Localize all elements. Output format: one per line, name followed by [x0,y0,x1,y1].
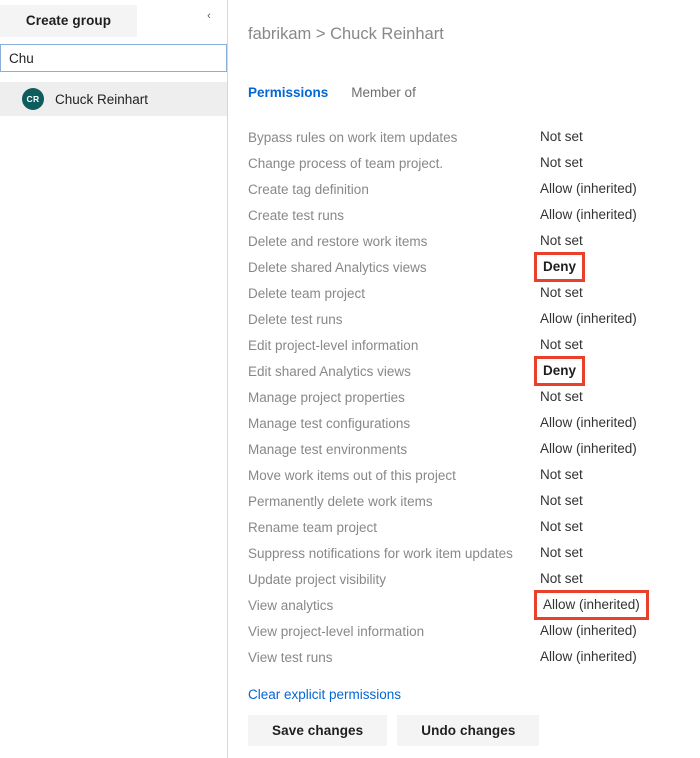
undo-changes-button[interactable]: Undo changes [397,715,540,746]
tab-member-of[interactable]: Member of [351,85,416,100]
permission-row[interactable]: Manage test environments Allow (inherited… [248,436,688,462]
permission-value[interactable]: Not set [534,333,589,357]
permission-label: Rename team project [248,519,378,535]
permission-row[interactable]: Permanently delete work items Not set [248,488,688,514]
permission-label: Update project visibility [248,571,387,587]
permission-value[interactable]: Allow (inherited) [534,437,643,461]
permission-value[interactable]: Not set [534,151,589,175]
permission-value[interactable]: Allow (inherited) [534,177,643,201]
permissions-detail-pane: fabrikam > Chuck Reinhart Permissions Me… [229,0,700,758]
permission-value[interactable]: Not set [534,281,589,305]
permission-label: Manage project properties [248,389,405,405]
create-group-button[interactable]: Create group [0,5,137,37]
permission-label: Change process of team project. [248,155,444,171]
search-input[interactable] [0,44,227,72]
permission-value-highlighted[interactable]: Deny [534,356,586,386]
permission-row[interactable]: Create tag definition Allow (inherited) [248,176,688,202]
permission-value[interactable]: Allow (inherited) [534,645,643,669]
avatar: CR [22,88,44,110]
permission-row[interactable]: Edit shared Analytics views Deny [248,356,688,386]
permissions-list: Bypass rules on work item updates Not set… [248,124,688,670]
permission-label: View project-level information [248,623,425,639]
permission-label: Delete team project [248,285,366,301]
permission-value[interactable]: Allow (inherited) [534,411,643,435]
permission-label: Edit project-level information [248,337,419,353]
permission-value[interactable]: Allow (inherited) [534,203,643,227]
tab-permissions[interactable]: Permissions [248,85,328,100]
permission-label: Delete test runs [248,311,343,327]
permission-value[interactable]: Allow (inherited) [534,619,643,643]
permission-row[interactable]: View analytics Allow (inherited) [248,590,688,620]
permission-row[interactable]: Edit project-level information Not set [248,332,688,358]
permission-label: Manage test environments [248,441,408,457]
permission-value-highlighted[interactable]: Deny [534,252,586,282]
permission-label: Edit shared Analytics views [248,363,411,379]
save-changes-button[interactable]: Save changes [248,715,388,746]
permission-label: Delete and restore work items [248,233,428,249]
permission-row[interactable]: Delete shared Analytics views Deny [248,252,688,282]
permission-value[interactable]: Not set [534,515,589,539]
identity-sidebar: Create group ‹ CR Chuck Reinhart [0,0,228,758]
permission-row[interactable]: View project-level information Allow (inh… [248,618,688,644]
breadcrumb: fabrikam > Chuck Reinhart [248,25,444,43]
permission-row[interactable]: Rename team project Not set [248,514,688,540]
permission-label: Delete shared Analytics views [248,259,427,275]
permission-label: Suppress notifications for work item upd… [248,545,513,561]
permission-value[interactable]: Not set [534,229,589,253]
permission-row[interactable]: Update project visibility Not set [248,566,688,592]
chevron-left-icon[interactable]: ‹ [201,8,217,24]
permission-row[interactable]: Manage project properties Not set [248,384,688,410]
permission-value[interactable]: Not set [534,541,589,565]
clear-explicit-permissions-link[interactable]: Clear explicit permissions [248,687,401,702]
permission-label: Manage test configurations [248,415,411,431]
permission-row[interactable]: Suppress notifications for work item upd… [248,540,688,566]
permission-row[interactable]: Delete test runs Allow (inherited) [248,306,688,332]
permission-value[interactable]: Not set [534,489,589,513]
permission-value[interactable]: Not set [534,385,589,409]
permission-label: Bypass rules on work item updates [248,129,458,145]
tab-bar: Permissions Member of [248,85,416,100]
permission-row[interactable]: Delete team project Not set [248,280,688,306]
permission-value-highlighted[interactable]: Allow (inherited) [534,590,649,620]
list-item-chuck-reinhart[interactable]: CR Chuck Reinhart [0,82,227,116]
permission-label: Move work items out of this project [248,467,456,483]
action-bar: Save changes Undo changes [248,715,540,746]
permission-row[interactable]: Manage test configurations Allow (inherit… [248,410,688,436]
permission-row[interactable]: Bypass rules on work item updates Not set [248,124,688,150]
permission-row[interactable]: Change process of team project. Not set [248,150,688,176]
permission-value[interactable]: Allow (inherited) [534,307,643,331]
permission-value[interactable]: Not set [534,463,589,487]
permission-value[interactable]: Not set [534,125,589,149]
permission-value[interactable]: Not set [534,567,589,591]
permission-label: Create tag definition [248,181,369,197]
list-item-label: Chuck Reinhart [55,91,149,107]
permission-row[interactable]: Delete and restore work items Not set [248,228,688,254]
permission-row[interactable]: Move work items out of this project Not s… [248,462,688,488]
permission-row[interactable]: View test runs Allow (inherited) [248,644,688,670]
search-field-wrapper [0,44,227,72]
permission-label: Permanently delete work items [248,493,433,509]
permission-label: Create test runs [248,207,345,223]
permissions-page: Create group ‹ CR Chuck Reinhart fabrika… [0,0,700,758]
permission-label: View test runs [248,649,333,665]
permission-row[interactable]: Create test runs Allow (inherited) [248,202,688,228]
permission-label: View analytics [248,597,334,613]
